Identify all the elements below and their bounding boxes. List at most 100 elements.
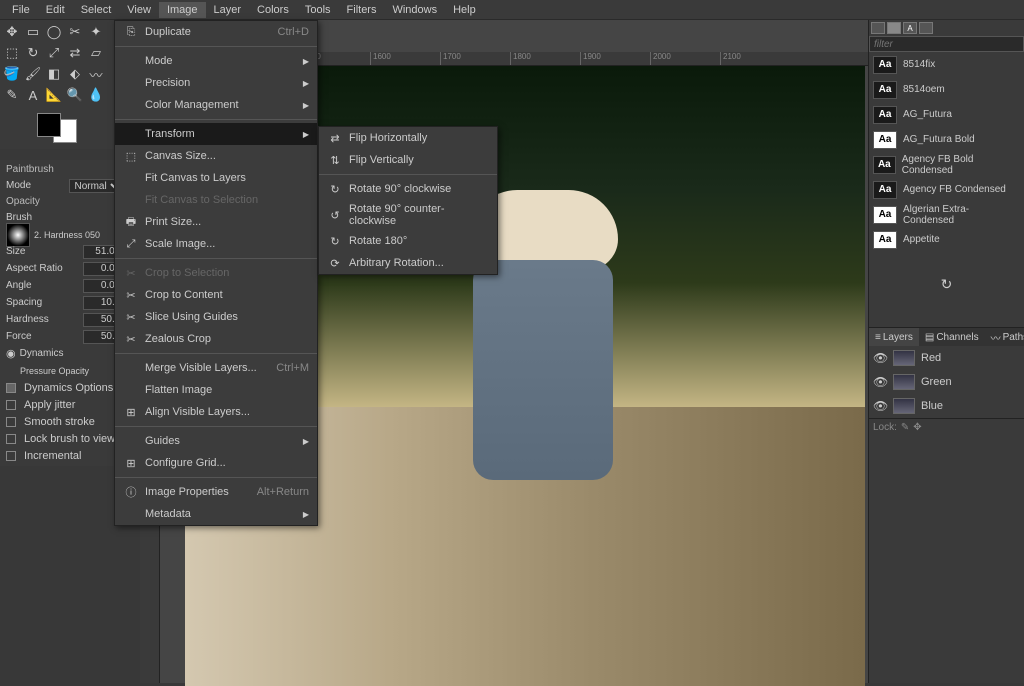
menu-tools[interactable]: Tools (297, 2, 339, 18)
menu-image[interactable]: Image (159, 2, 206, 18)
tool-bucket[interactable]: 🪣 (2, 64, 22, 84)
refresh-icon[interactable]: ↻ (941, 276, 953, 292)
menu-select[interactable]: Select (73, 2, 120, 18)
tool-flip[interactable]: ⇄ (65, 43, 85, 63)
lock-pixels-icon[interactable]: ✎ (901, 422, 909, 433)
font-item[interactable]: AaAgency FB Bold Condensed (869, 152, 1024, 177)
tool-fuzzy-select[interactable]: ✦ (86, 22, 106, 42)
tool-path[interactable]: ✎ (2, 85, 22, 105)
tool-clone[interactable]: ⬖ (65, 64, 85, 84)
menu-image-properties[interactable]: ⓘ Image Properties Alt+Return (115, 481, 317, 503)
menu-crop-content[interactable]: ✂ Crop to Content (115, 284, 317, 306)
tab-layers[interactable]: ≡ Layers (869, 328, 919, 346)
jitter-checkbox[interactable] (6, 400, 16, 410)
channel-name: Red (921, 352, 941, 364)
font-item[interactable]: AaAG_Futura (869, 102, 1024, 127)
tool-crop[interactable]: ⬚ (2, 43, 22, 63)
color-swatch[interactable] (37, 113, 77, 143)
menu-windows[interactable]: Windows (384, 2, 445, 18)
channel-row[interactable]: 👁 Blue (869, 394, 1024, 418)
submenu-rotate-180[interactable]: ↻ Rotate 180° (319, 230, 497, 252)
dynamics-options-expand[interactable] (6, 383, 16, 393)
menu-edit[interactable]: Edit (38, 2, 73, 18)
font-item[interactable]: AaAppetite (869, 227, 1024, 252)
tool-free-select[interactable]: ✂ (65, 22, 85, 42)
font-item[interactable]: AaAlgerian Extra-Condensed (869, 202, 1024, 227)
rotate-cw-icon: ↻ (327, 181, 343, 197)
tab-channels[interactable]: ▤ Channels (919, 328, 985, 346)
font-item[interactable]: Aa8514fix (869, 52, 1024, 77)
tool-color-picker[interactable]: 💧 (86, 85, 106, 105)
font-filter-input[interactable] (869, 36, 1024, 52)
font-item[interactable]: AaAG_Futura Bold (869, 127, 1024, 152)
menu-precision[interactable]: Precision ▶ (115, 72, 317, 94)
channel-row[interactable]: 👁 Red (869, 346, 1024, 370)
lock-brush-checkbox[interactable] (6, 434, 16, 444)
menu-metadata[interactable]: Metadata ▶ (115, 503, 317, 525)
submenu-rotate-cw[interactable]: ↻ Rotate 90° clockwise (319, 178, 497, 200)
visibility-icon[interactable]: 👁 (873, 375, 887, 389)
menu-print-size[interactable]: 🖶 Print Size... (115, 211, 317, 233)
menu-merge-visible[interactable]: Merge Visible Layers... Ctrl+M (115, 357, 317, 379)
tool-text[interactable]: A (23, 85, 43, 105)
tool-smudge[interactable]: 〰 (86, 64, 106, 84)
panel-tab-1[interactable] (871, 22, 885, 34)
foreground-color[interactable] (37, 113, 61, 137)
tab-paths[interactable]: 〰 Paths (985, 328, 1024, 346)
menu-file[interactable]: File (4, 2, 38, 18)
menu-guides[interactable]: Guides ▶ (115, 430, 317, 452)
tool-rect-select[interactable]: ▭ (23, 22, 43, 42)
menu-transform[interactable]: Transform ▶ (115, 123, 317, 145)
toolbox: ✥ ▭ ◯ ✂ ✦ ⬚ ↻ ⤢ ⇄ ▱ 🪣 🖌 ◧ ⬖ 〰 ✎ A 📐 🔍 💧 (0, 20, 114, 149)
menu-zealous-crop[interactable]: ✂ Zealous Crop (115, 328, 317, 350)
tool-move[interactable]: ✥ (2, 22, 22, 42)
menu-slice-guides[interactable]: ✂ Slice Using Guides (115, 306, 317, 328)
tool-ellipse-select[interactable]: ◯ (44, 22, 64, 42)
visibility-icon[interactable]: 👁 (873, 399, 887, 413)
brush-preview[interactable] (6, 223, 30, 247)
font-item[interactable]: AaAgency FB Condensed (869, 177, 1024, 202)
visibility-icon[interactable]: 👁 (873, 351, 887, 365)
menu-fit-canvas-layers[interactable]: Fit Canvas to Layers (115, 167, 317, 189)
tool-perspective[interactable]: ▱ (86, 43, 106, 63)
tool-eraser[interactable]: ◧ (44, 64, 64, 84)
chevron-right-icon: ▶ (303, 101, 309, 110)
panel-tab-4[interactable] (919, 22, 933, 34)
submenu-rotate-ccw[interactable]: ↺ Rotate 90° counter-clockwise (319, 200, 497, 230)
menu-duplicate[interactable]: ⎘ Duplicate Ctrl+D (115, 21, 317, 43)
lock-position-icon[interactable]: ✥ (913, 422, 921, 433)
menu-align-visible[interactable]: ⊞ Align Visible Layers... (115, 401, 317, 423)
menu-help[interactable]: Help (445, 2, 484, 18)
submenu-flip-vertical[interactable]: ⇅ Flip Vertically (319, 149, 497, 171)
chevron-right-icon: ▶ (303, 510, 309, 519)
channel-row[interactable]: 👁 Green (869, 370, 1024, 394)
menu-mode[interactable]: Mode ▶ (115, 50, 317, 72)
tool-measure[interactable]: 📐 (44, 85, 64, 105)
panel-tab-2[interactable] (887, 22, 901, 34)
tool-zoom[interactable]: 🔍 (65, 85, 85, 105)
menu-view[interactable]: View (119, 2, 159, 18)
tool-rotate[interactable]: ↻ (23, 43, 43, 63)
channel-name: Blue (921, 400, 943, 412)
incremental-checkbox[interactable] (6, 451, 16, 461)
dynamics-value[interactable]: Pressure Opacity (20, 366, 89, 376)
menu-flatten[interactable]: Flatten Image (115, 379, 317, 401)
menu-color-management[interactable]: Color Management ▶ (115, 94, 317, 116)
submenu-arbitrary-rotation[interactable]: ⟳ Arbitrary Rotation... (319, 252, 497, 274)
panel-tab-fonts[interactable]: A (903, 22, 917, 34)
channel-name: Green (921, 376, 952, 388)
smooth-checkbox[interactable] (6, 417, 16, 427)
menu-configure-grid[interactable]: ⊞ Configure Grid... (115, 452, 317, 474)
tool-scale[interactable]: ⤢ (44, 43, 64, 63)
menu-colors[interactable]: Colors (249, 2, 297, 18)
tool-paintbrush[interactable]: 🖌 (23, 64, 43, 84)
menu-canvas-size[interactable]: ⬚ Canvas Size... (115, 145, 317, 167)
chevron-right-icon: ▶ (303, 437, 309, 446)
menu-layer[interactable]: Layer (206, 2, 250, 18)
font-preview: Aa (873, 81, 897, 99)
font-item[interactable]: Aa8514oem (869, 77, 1024, 102)
rotate-ccw-icon: ↺ (327, 207, 343, 223)
menu-scale-image[interactable]: ⤢ Scale Image... (115, 233, 317, 255)
menu-filters[interactable]: Filters (339, 2, 385, 18)
submenu-flip-horizontal[interactable]: ⇄ Flip Horizontally (319, 127, 497, 149)
